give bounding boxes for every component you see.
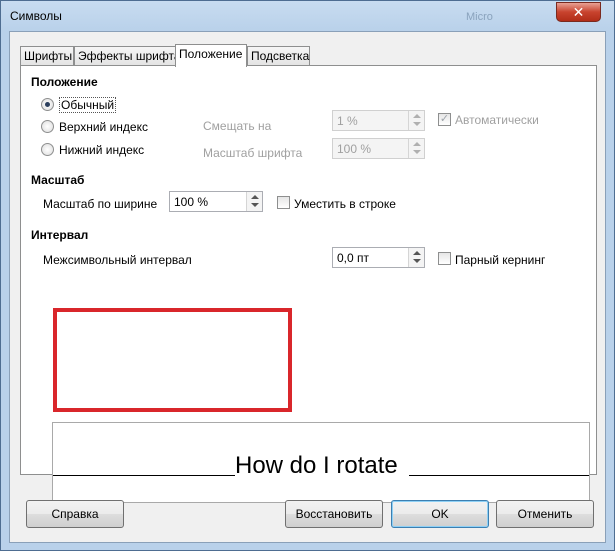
relative-size-spinner[interactable]: 100 %	[332, 138, 425, 159]
ok-button-label: OK	[431, 507, 449, 521]
normal-radio-label[interactable]: Обычный	[59, 97, 117, 113]
tab-fonts-label: Шрифты	[24, 49, 73, 63]
chevron-up-icon	[413, 142, 421, 146]
subscript-radio-label[interactable]: Нижний индекс	[59, 143, 144, 157]
chevron-down-icon	[413, 259, 421, 263]
pair-kerning-label: Парный кернинг	[455, 253, 546, 267]
chevron-up-icon	[413, 114, 421, 118]
raise-by-spinner[interactable]: 1 %	[332, 110, 425, 131]
close-button[interactable]: ✕	[556, 2, 601, 22]
window-title: Символы	[10, 9, 62, 23]
chevron-up-icon	[251, 195, 259, 199]
symbols-dialog: Символы Micro ✕ Шрифты Эффекты шрифта По…	[0, 0, 615, 551]
highlight-annotation-box	[53, 308, 292, 412]
tab-font-effects[interactable]: Эффекты шрифта	[74, 46, 181, 66]
title-bar[interactable]: Символы Micro ✕	[1, 1, 614, 31]
help-button-label: Справка	[51, 507, 99, 521]
dialog-body: Шрифты Эффекты шрифта Положение Подсветк…	[9, 31, 606, 543]
cancel-button-label: Отменить	[517, 507, 573, 521]
raise-by-label: Смещать на	[203, 119, 272, 133]
subscript-radio[interactable]	[41, 143, 54, 156]
raise-by-stepper[interactable]	[408, 111, 424, 130]
preview-text: How do I rotate	[235, 452, 398, 480]
relative-size-stepper[interactable]	[408, 139, 424, 158]
chevron-down-icon	[251, 203, 259, 207]
tab-highlighting-label: Подсветка	[251, 49, 310, 63]
reset-button-label: Восстановить	[295, 507, 373, 521]
scale-width-spinner[interactable]: 100 %	[169, 191, 263, 212]
character-spacing-stepper[interactable]	[408, 248, 424, 267]
automatic-checkbox[interactable]: ✓	[438, 113, 451, 126]
fit-to-line-label: Уместить в строке	[294, 197, 396, 211]
automatic-label: Автоматически	[455, 113, 539, 127]
baseline-left	[53, 475, 235, 476]
reset-button[interactable]: Восстановить	[285, 500, 383, 528]
character-spacing-value: 0,0 пт	[337, 251, 370, 265]
background-window-title: Micro	[466, 11, 493, 23]
character-spacing-label: Межсимвольный интервал	[43, 253, 192, 267]
character-spacing-spinner[interactable]: 0,0 пт	[332, 247, 425, 268]
fit-to-line-checkbox[interactable]	[277, 196, 290, 209]
position-heading: Положение	[31, 75, 98, 89]
normal-radio[interactable]	[41, 98, 54, 111]
chevron-down-icon	[413, 150, 421, 154]
close-icon: ✕	[572, 4, 585, 20]
tab-fonts[interactable]: Шрифты	[20, 46, 74, 66]
superscript-radio-label[interactable]: Верхний индекс	[59, 120, 148, 134]
scale-heading: Масштаб	[31, 173, 85, 187]
chevron-up-icon	[413, 251, 421, 255]
chevron-down-icon	[413, 122, 421, 126]
position-tab-panel: Положение Обычный Верхний индекс Нижний …	[20, 65, 597, 503]
tab-font-effects-label: Эффекты шрифта	[78, 49, 181, 63]
baseline-right	[409, 475, 589, 476]
scale-width-stepper[interactable]	[246, 192, 262, 211]
tab-highlighting[interactable]: Подсветка	[247, 46, 310, 66]
ok-button[interactable]: OK	[391, 500, 489, 528]
scale-width-label: Масштаб по ширине	[43, 197, 158, 211]
cancel-button[interactable]: Отменить	[496, 500, 594, 528]
relative-size-label: Масштаб шрифта	[203, 146, 303, 160]
raise-by-value: 1 %	[337, 114, 358, 128]
spacing-heading: Интервал	[31, 228, 89, 242]
tab-position[interactable]: Положение	[175, 44, 247, 67]
help-button[interactable]: Справка	[26, 500, 124, 528]
tab-position-label: Положение	[179, 47, 243, 61]
relative-size-value: 100 %	[337, 142, 372, 156]
superscript-radio[interactable]	[41, 120, 54, 133]
preview-box: How do I rotate	[52, 422, 590, 503]
scale-width-value: 100 %	[174, 195, 209, 209]
pair-kerning-checkbox[interactable]	[438, 252, 451, 265]
